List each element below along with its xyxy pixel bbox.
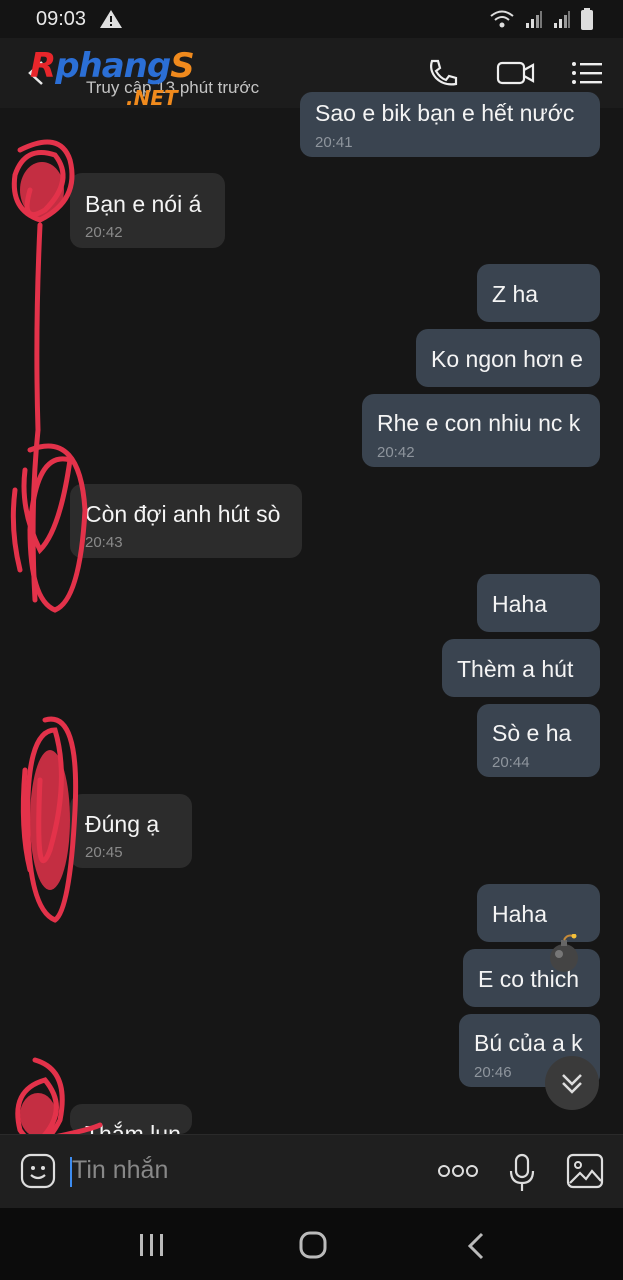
message-bubble-outgoing[interactable]: Sò e ha 20:44: [477, 704, 600, 777]
watermark-logo: RphangS: [30, 46, 195, 86]
message-input-placeholder: Tin nhắn: [72, 1156, 169, 1184]
sticker-icon[interactable]: [20, 1153, 56, 1189]
message-composer: Tin nhắn: [0, 1134, 623, 1209]
back-icon[interactable]: [466, 1232, 486, 1260]
message-bubble-outgoing[interactable]: Ko ngon hơn e: [416, 329, 600, 387]
image-gallery-icon[interactable]: [566, 1153, 604, 1189]
signal-icon-2: [554, 11, 570, 28]
message-bubble-outgoing[interactable]: Haha: [477, 574, 600, 632]
bomb-icon: [550, 934, 578, 972]
message-input[interactable]: Tin nhắn: [70, 1155, 400, 1189]
watermark-net: .NET: [126, 86, 178, 110]
message-bubble-outgoing[interactable]: Rhe e con nhiu nc k 20:42: [362, 394, 600, 467]
message-bubble-outgoing[interactable]: Thèm a hút: [442, 639, 600, 697]
wifi-icon: [490, 10, 514, 28]
video-call-icon[interactable]: [496, 58, 536, 88]
censor-scribble: [10, 139, 103, 1146]
system-navigation-bar: [0, 1208, 623, 1280]
scroll-to-bottom-button[interactable]: [545, 1056, 599, 1110]
chevron-double-down-icon: [562, 1074, 582, 1094]
menu-icon[interactable]: [570, 58, 604, 88]
home-icon[interactable]: [298, 1230, 328, 1260]
message-bubble-outgoing[interactable]: Z ha: [477, 264, 600, 322]
phone-icon[interactable]: [426, 58, 460, 88]
more-options-icon[interactable]: [437, 1163, 479, 1179]
recent-apps-icon[interactable]: [138, 1232, 166, 1258]
status-bar: 09:03: [0, 0, 623, 38]
status-time: 09:03: [36, 8, 87, 30]
microphone-icon[interactable]: [508, 1153, 536, 1193]
battery-icon: [581, 8, 593, 30]
warning-icon: [100, 10, 122, 28]
signal-icon: [526, 11, 542, 28]
status-icons: [489, 8, 593, 30]
message-bubble-outgoing[interactable]: Sao e bik bạn e hết nước 20:41: [300, 92, 600, 157]
